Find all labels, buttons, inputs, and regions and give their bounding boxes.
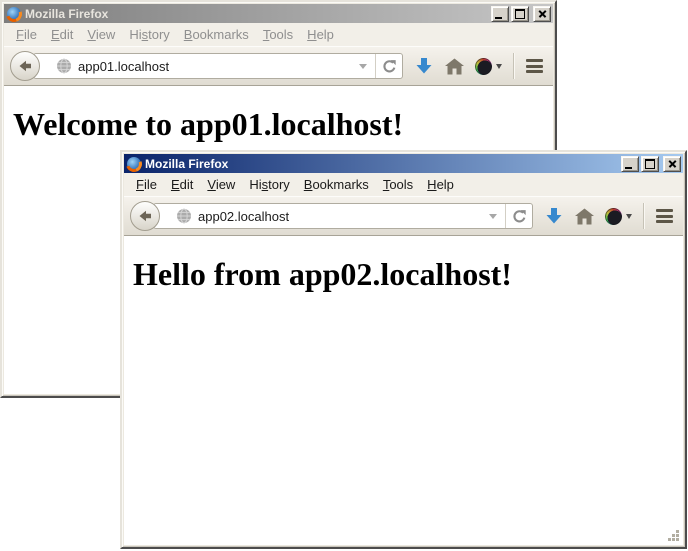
addon-dropdown-arrow[interactable] (626, 214, 632, 219)
menubar: File Edit View History Bookmarks Tools H… (4, 23, 553, 46)
back-arrow-icon (17, 58, 33, 74)
hamburger-icon (526, 59, 543, 62)
home-button[interactable] (445, 58, 464, 75)
download-button[interactable] (414, 56, 434, 76)
close-button[interactable] (663, 156, 681, 172)
addon-button[interactable] (605, 208, 632, 225)
navigation-toolbar: app01.localhost (4, 46, 553, 86)
url-dropdown-arrow[interactable] (359, 64, 367, 69)
menu-help[interactable]: Help (420, 174, 461, 195)
maximize-button[interactable] (641, 156, 659, 172)
window-controls (491, 6, 551, 22)
addon-dropdown-arrow[interactable] (496, 64, 502, 69)
home-icon (575, 208, 594, 225)
menu-edit[interactable]: Edit (164, 174, 200, 195)
maximize-icon (515, 9, 525, 19)
menubar: File Edit View History Bookmarks Tools H… (124, 173, 683, 196)
back-button[interactable] (130, 201, 160, 231)
page-heading: Welcome to app01.localhost! (13, 106, 545, 143)
titlebar[interactable]: Mozilla Firefox (4, 4, 553, 23)
resize-grip[interactable] (667, 529, 681, 543)
close-button[interactable] (533, 6, 551, 22)
url-bar[interactable]: app02.localhost (153, 203, 533, 229)
toolbar-separator (643, 203, 644, 229)
window-title: Mozilla Firefox (25, 7, 108, 21)
menu-edit[interactable]: Edit (44, 24, 80, 45)
download-arrow-icon (544, 206, 564, 226)
menu-view[interactable]: View (200, 174, 242, 195)
menu-history[interactable]: History (122, 24, 176, 45)
window-title: Mozilla Firefox (145, 157, 228, 171)
navigation-toolbar: app02.localhost (124, 196, 683, 236)
download-arrow-icon (414, 56, 434, 76)
reload-icon (382, 59, 397, 74)
back-arrow-icon (137, 208, 153, 224)
maximize-button[interactable] (511, 6, 529, 22)
menu-bookmarks[interactable]: Bookmarks (177, 24, 256, 45)
addon-icon (475, 58, 492, 75)
menu-history[interactable]: History (242, 174, 296, 195)
url-bar[interactable]: app01.localhost (33, 53, 403, 79)
page-content: Hello from app02.localhost! (124, 236, 683, 545)
firefox-logo-icon[interactable] (127, 157, 141, 171)
back-button[interactable] (10, 51, 40, 81)
reload-icon (512, 209, 527, 224)
url-text: app01.localhost (78, 59, 169, 74)
minimize-button[interactable] (621, 156, 639, 172)
app-menu-button[interactable] (525, 57, 544, 75)
page-heading: Hello from app02.localhost! (133, 256, 675, 293)
home-button[interactable] (575, 208, 594, 225)
menu-help[interactable]: Help (300, 24, 341, 45)
home-icon (445, 58, 464, 75)
firefox-window-app02: Mozilla Firefox File Edit View History B… (120, 150, 687, 549)
toolbar-separator (513, 53, 514, 79)
minimize-icon (495, 17, 502, 19)
firefox-logo-icon[interactable] (7, 7, 21, 21)
download-button[interactable] (544, 206, 564, 226)
menu-bookmarks[interactable]: Bookmarks (297, 174, 376, 195)
reload-button[interactable] (505, 204, 532, 228)
titlebar[interactable]: Mozilla Firefox (124, 154, 683, 173)
close-icon (668, 159, 677, 168)
url-text: app02.localhost (198, 209, 289, 224)
globe-site-icon[interactable] (176, 208, 192, 224)
menu-view[interactable]: View (80, 24, 122, 45)
minimize-button[interactable] (491, 6, 509, 22)
menu-file[interactable]: File (129, 174, 164, 195)
reload-button[interactable] (375, 54, 402, 78)
hamburger-icon (656, 209, 673, 212)
menu-file[interactable]: File (9, 24, 44, 45)
menu-tools[interactable]: Tools (376, 174, 420, 195)
maximize-icon (645, 159, 655, 169)
minimize-icon (625, 167, 632, 169)
menu-tools[interactable]: Tools (256, 24, 300, 45)
app-menu-button[interactable] (655, 207, 674, 225)
window-controls (621, 156, 681, 172)
url-dropdown-arrow[interactable] (489, 214, 497, 219)
addon-button[interactable] (475, 58, 502, 75)
globe-site-icon[interactable] (56, 58, 72, 74)
close-icon (538, 9, 547, 18)
addon-icon (605, 208, 622, 225)
